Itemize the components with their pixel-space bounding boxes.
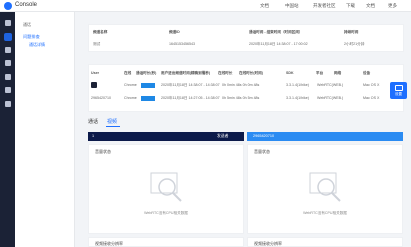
topnav-item[interactable]: 更多 xyxy=(388,3,397,9)
network-value: WebRTC(WEB.) xyxy=(317,83,344,87)
panel-title: 视频接收分辨率 xyxy=(95,241,123,246)
row-checkbox[interactable] xyxy=(91,82,97,88)
time-range: 2020年11月18日 14:38:07 - 17:00:02 xyxy=(249,42,308,46)
settings-icon[interactable] xyxy=(5,74,11,80)
sender-bar[interactable]: 1 发送者 xyxy=(88,132,244,141)
topnav-item[interactable]: 中国站 xyxy=(285,3,299,9)
device-value: Mac OS X xyxy=(363,96,380,100)
user-browser: Chrome xyxy=(124,83,137,87)
app-name: Console xyxy=(15,2,38,8)
panel-title: 音量状态 xyxy=(254,149,270,154)
sub-navigation: 通话 问题排查 通话详情 xyxy=(15,12,75,247)
duration: 2小时21分钟 xyxy=(344,42,365,46)
panel-resolution-left: 视频接收分辨率 xyxy=(88,237,244,247)
online-indicator xyxy=(141,96,155,101)
sender-number: 1 xyxy=(92,134,95,138)
subnav-item-call[interactable]: 通话 xyxy=(23,22,31,28)
panel-title: 视频接收分辨率 xyxy=(254,241,282,246)
header-channel-id: 频道ID xyxy=(169,30,180,34)
empty-message: WebRTC没有CPU相关数据 xyxy=(303,211,347,215)
topnav-item[interactable]: 开发者社区 xyxy=(313,3,336,9)
header-network: 网络 xyxy=(334,71,342,75)
receiver-bar[interactable]: 2965420710 xyxy=(247,132,403,141)
topnav-item[interactable]: 下载 xyxy=(346,3,355,9)
user-icon[interactable] xyxy=(5,87,11,93)
tab-video[interactable]: 视频 xyxy=(107,118,117,125)
panel-volume-left: 音量状态 WebRTC没有CPU相关数据 xyxy=(88,144,244,234)
tab-call[interactable]: 通话 xyxy=(88,118,98,125)
device-value: Mac OS X xyxy=(363,83,380,87)
header-online: 在线 xyxy=(124,71,132,75)
subnav-group-troubleshoot[interactable]: 问题排查 xyxy=(23,34,40,40)
help-icon[interactable] xyxy=(5,101,11,107)
logo-icon[interactable] xyxy=(4,2,12,10)
header-time-range: 通话时间 - 结束时间（时间区间） xyxy=(249,30,303,34)
panel-resolution-right: 视频接收分辨率 xyxy=(247,237,403,247)
call-icon[interactable] xyxy=(4,33,12,41)
header-device: 设备 xyxy=(363,71,371,75)
settings-float-button[interactable]: 设置 xyxy=(390,82,407,99)
header-call-duration: 通话时长(秒) xyxy=(136,71,157,75)
online-indicator xyxy=(141,83,155,88)
settings-icon xyxy=(394,85,403,91)
channel-id: 1645153456543 xyxy=(169,42,195,46)
panel-title: 音量状态 xyxy=(95,149,111,154)
header-user: User xyxy=(91,71,99,75)
header-sdk: SDK xyxy=(286,71,294,75)
online-duration: 0h 0min 48s 0h 0m 48s xyxy=(222,83,260,87)
header-online-duration: 在线时长 xyxy=(218,71,233,75)
online-duration: 0h 5min 48s 0h 5m 48s xyxy=(222,96,260,100)
empty-magnifier-icon xyxy=(309,172,341,202)
sender-label: 发送者 xyxy=(217,134,229,138)
network-value: WebRTC(WEB.) xyxy=(317,96,344,100)
sdk-version: 3.3.1.4(1/hike) xyxy=(286,96,309,100)
panel-volume-right: 音量状态 WebRTC没有CPU相关数据 xyxy=(247,144,403,234)
receiver-id: 2965420710 xyxy=(253,134,275,138)
topnav-item[interactable]: 文档 xyxy=(366,3,375,9)
subnav-item-call-details[interactable]: 通话详情 xyxy=(29,42,45,48)
user-browser: Chrome xyxy=(124,96,137,100)
topnav-item[interactable]: 文档 xyxy=(260,3,269,9)
header-platform: 平台 xyxy=(316,71,324,75)
settings-float-label: 设置 xyxy=(395,92,402,96)
users-card: User 在线 通话时长(秒) 用户进出频道时间(精确到毫秒) 在线时长 在线时… xyxy=(88,64,404,112)
tab-underline xyxy=(106,126,120,127)
header-online-time: 在线时长(时间) xyxy=(239,71,263,75)
home-icon[interactable] xyxy=(5,20,11,26)
icon-rail xyxy=(0,12,15,247)
session-card: 频道名称 频道ID 通话时间 - 结束时间（时间区间） 持续时间 测试 1645… xyxy=(88,24,404,52)
header-join-leave: 用户进出频道时间(精确到毫秒) xyxy=(161,71,211,75)
list-icon[interactable] xyxy=(5,47,11,53)
top-bar: Console 文档 中国站 开发者社区 下载 文档 更多 xyxy=(0,0,411,12)
user-id[interactable]: 2965420710 xyxy=(91,96,111,100)
header-channel-name: 频道名称 xyxy=(93,30,108,34)
chart-icon[interactable] xyxy=(5,60,11,66)
empty-message: WebRTC没有CPU相关数据 xyxy=(144,211,188,215)
join-leave-time: 2020年11月18日 14:38:07 - 14:38:07 xyxy=(161,83,220,87)
channel-name: 测试 xyxy=(93,42,101,46)
join-leave-time: 2020年11月18日 14:27:05 - 14:38:07 xyxy=(161,96,220,100)
sdk-version: 3.3.1.4(1/hike) xyxy=(286,83,309,87)
empty-magnifier-icon xyxy=(150,172,182,202)
header-duration: 持续时间 xyxy=(344,30,359,34)
